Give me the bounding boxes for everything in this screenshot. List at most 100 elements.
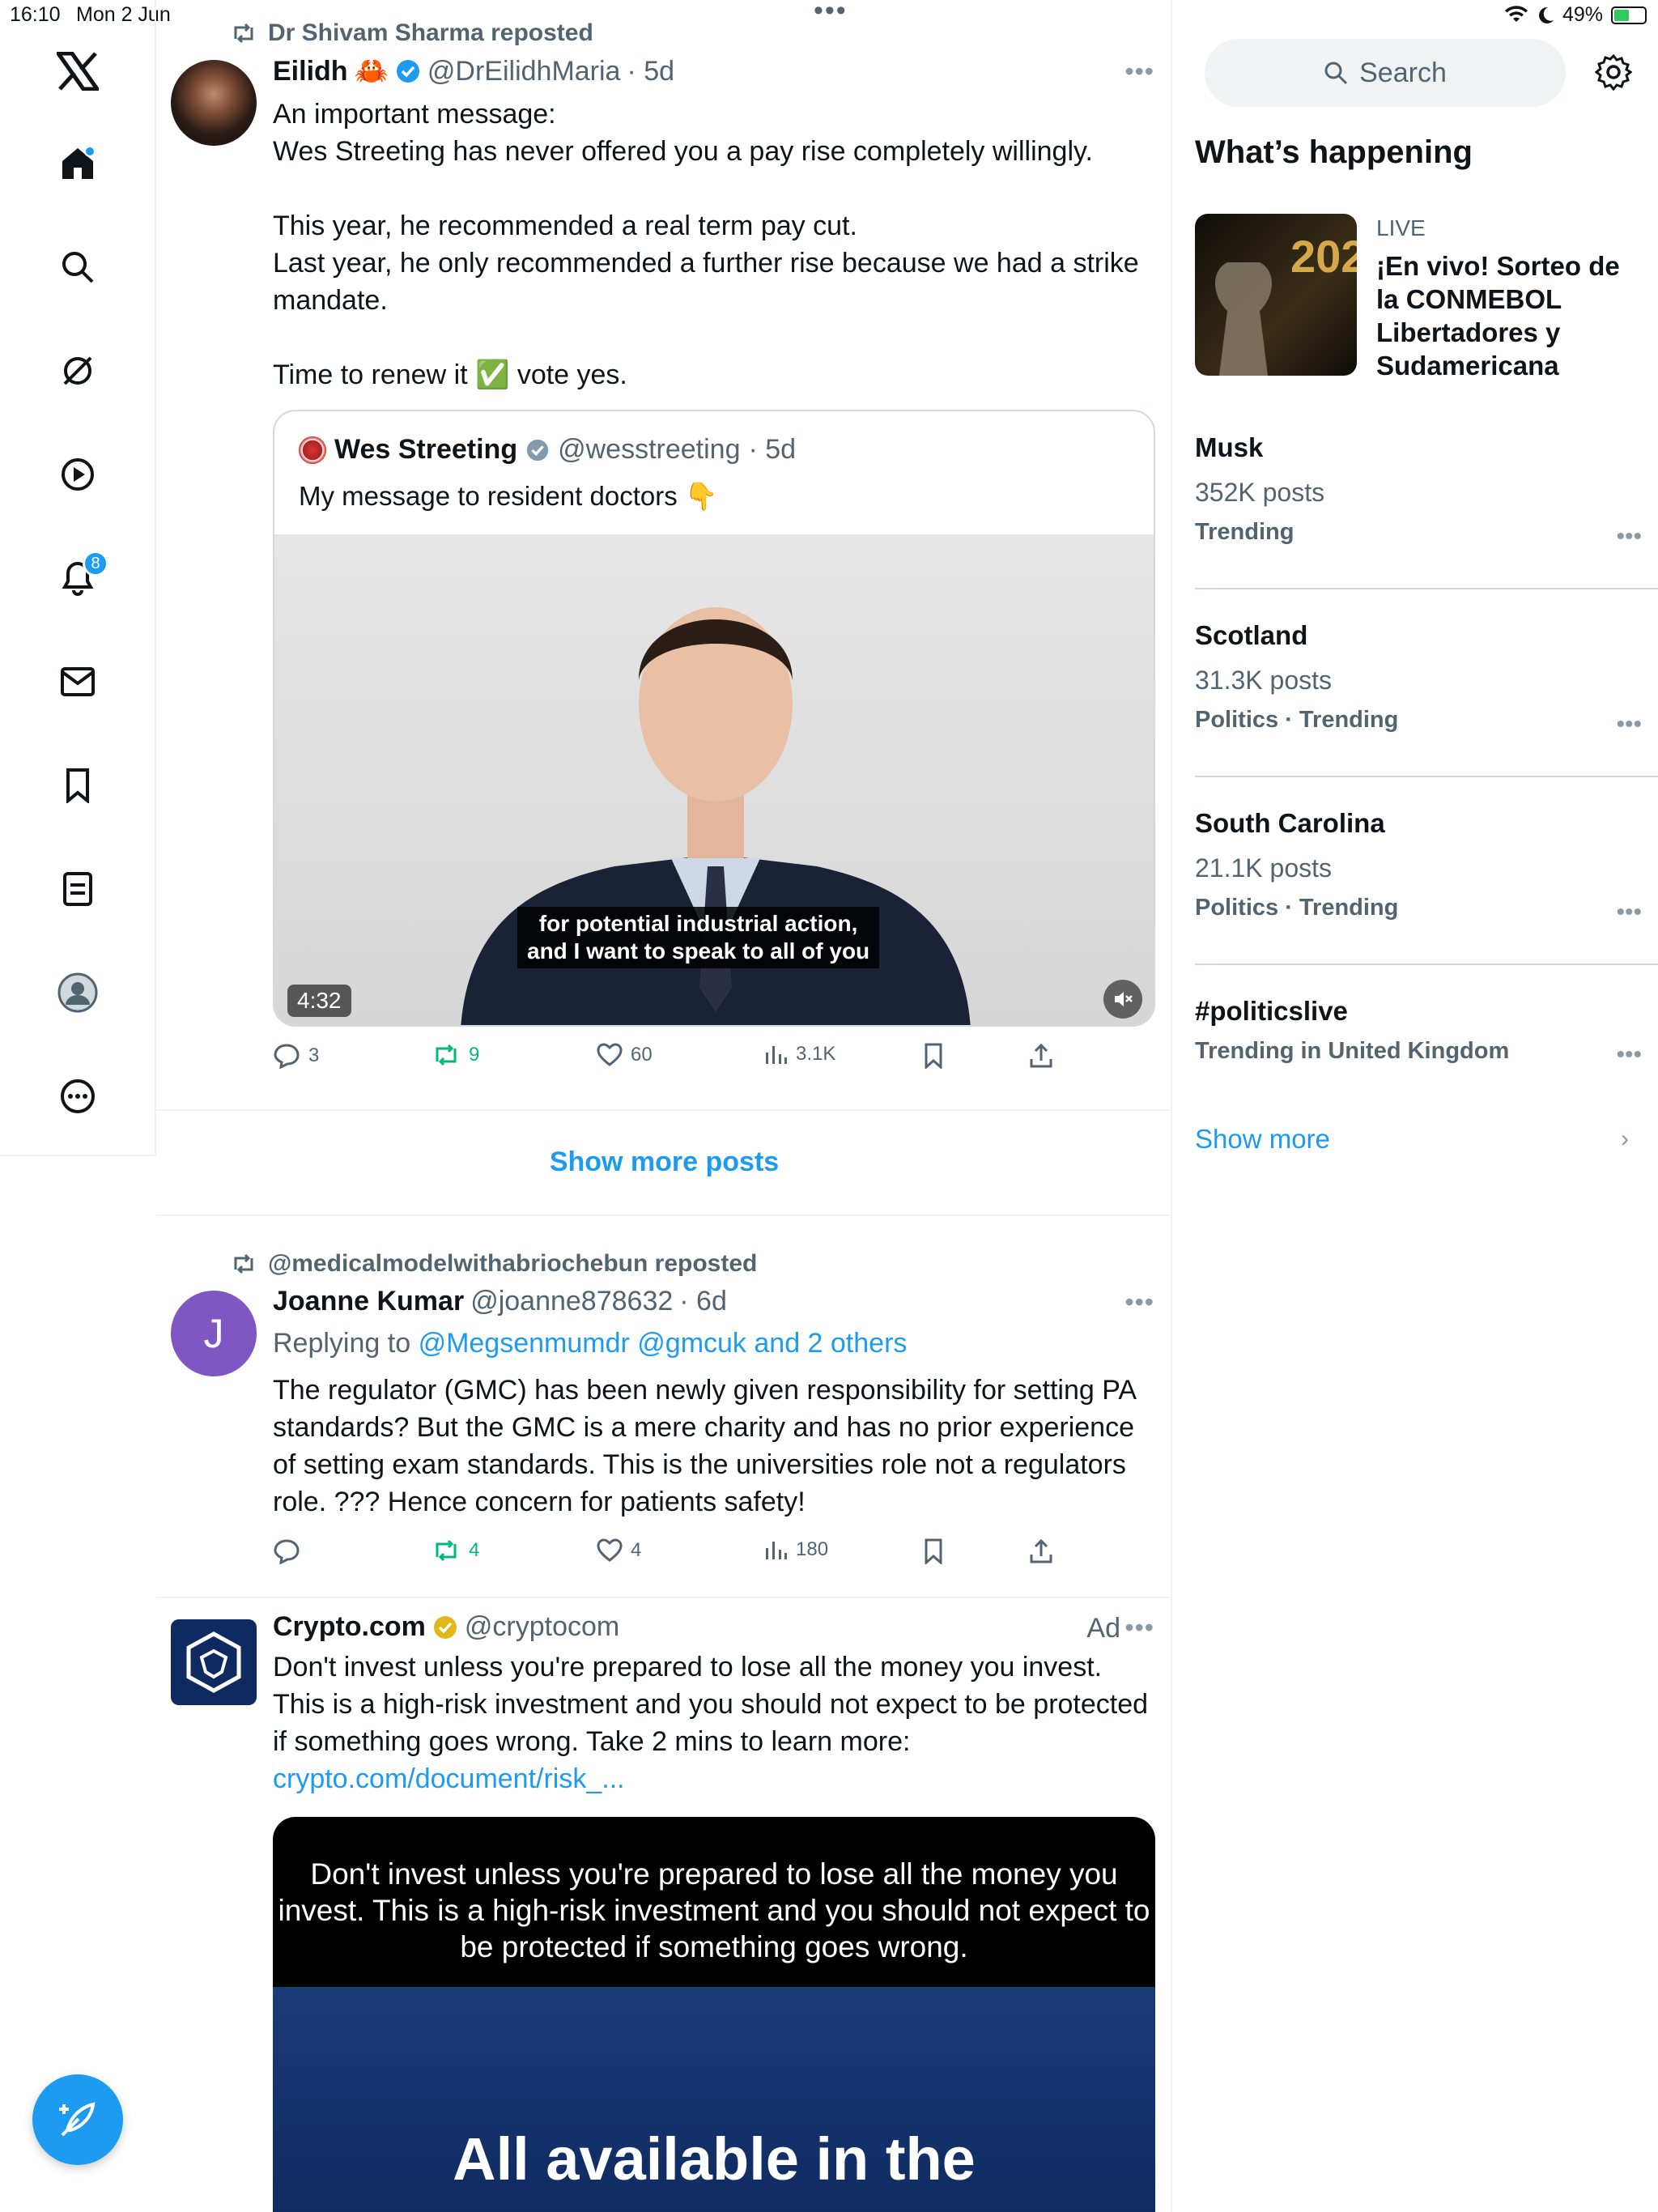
video-play-icon[interactable] xyxy=(53,450,102,499)
bookmark-button[interactable] xyxy=(922,1538,945,1564)
repost-icon xyxy=(234,23,253,44)
post-age: · 6d xyxy=(679,1286,727,1317)
more-options-icon[interactable]: ••• xyxy=(1124,1613,1154,1643)
video-caption: for potential industrial action, and I w… xyxy=(517,907,880,968)
live-event-title[interactable]: ¡En vivo! Sorteo de la CONMEBOL Libertad… xyxy=(1376,249,1643,382)
repost-indicator[interactable]: Dr Shivam Sharma reposted xyxy=(231,19,593,47)
whats-happening-heading: What’s happening xyxy=(1195,134,1473,170)
crab-emoji: 🦀 xyxy=(354,56,389,87)
trend-posts: 352K posts xyxy=(1195,478,1325,507)
grok-icon[interactable] xyxy=(53,347,102,395)
tweet-blank-line xyxy=(273,170,1155,207)
repost-label: Dr Shivam Sharma reposted xyxy=(268,19,593,46)
author-name[interactable]: Eilidh xyxy=(273,56,348,87)
live-event-thumbnail[interactable]: 202 xyxy=(1195,214,1357,376)
author-name[interactable]: Joanne Kumar xyxy=(273,1286,464,1317)
search-placeholder: Search xyxy=(1359,57,1447,88)
show-more-trends-link[interactable]: Show more xyxy=(1195,1124,1330,1155)
trophy-graphic: 202 xyxy=(1215,231,1357,376)
lists-icon[interactable] xyxy=(53,865,102,913)
ad-link[interactable]: crypto.com/document/risk_... xyxy=(273,1763,625,1794)
trend-more-icon[interactable]: ••• xyxy=(1616,899,1642,926)
trend-category: Trending xyxy=(1195,519,1295,545)
more-options-icon[interactable]: ••• xyxy=(1124,57,1154,87)
search-icon xyxy=(1324,62,1348,85)
bookmarks-icon[interactable] xyxy=(53,761,102,810)
verified-grey-badge-icon xyxy=(526,439,549,461)
like-button[interactable]: 4 xyxy=(597,1538,641,1563)
trend-category: Politics · Trending xyxy=(1195,707,1399,733)
post-age: · 5d xyxy=(627,55,675,87)
replying-to-users[interactable]: @Megsenmumdr @gmcuk and 2 others xyxy=(419,1328,908,1359)
trend-more-icon[interactable]: ••• xyxy=(1616,523,1642,551)
speaker-muted-icon xyxy=(1115,992,1133,1006)
right-sidebar: Search What’s happening 202 LIVE ¡En viv… xyxy=(1172,0,1658,2212)
views-button[interactable]: 3.1K xyxy=(763,1043,835,1066)
trend-more-icon[interactable]: ••• xyxy=(1616,1041,1642,1069)
explore-search-icon[interactable] xyxy=(53,243,102,291)
repost-count: 9 xyxy=(469,1044,480,1066)
show-more-posts-button[interactable]: Show more posts xyxy=(156,1111,1172,1213)
author-name[interactable]: Crypto.com xyxy=(273,1611,426,1643)
ad-image[interactable]: Don't invest unless you're prepared to l… xyxy=(273,1817,1155,2212)
mute-button[interactable] xyxy=(1103,980,1142,1019)
timeline: Dr Shivam Sharma reposted Eilidh 🦀 @DrEi… xyxy=(156,0,1172,2212)
trend-category: Trending in United Kingdom xyxy=(1195,1038,1510,1064)
avatar[interactable]: J xyxy=(171,1291,257,1376)
repost-icon xyxy=(436,1044,457,1066)
divider xyxy=(1195,776,1658,777)
quote-header: Wes Streeting @wesstreeting · 5d xyxy=(299,434,796,466)
tweet-blank-line xyxy=(273,319,1155,356)
trend-more-icon[interactable]: ••• xyxy=(1616,711,1642,738)
compose-post-button[interactable] xyxy=(32,2074,123,2165)
reply-icon xyxy=(274,1044,300,1069)
tweet-actions: 3 9 60 3.1K xyxy=(273,1043,1163,1075)
quote-text: My message to resident doctors 👇 xyxy=(299,481,718,511)
like-count: 60 xyxy=(631,1044,653,1066)
repost-button[interactable]: 9 xyxy=(432,1043,479,1067)
caption-line: and I want to speak to all of you xyxy=(527,938,870,963)
reply-count: 3 xyxy=(308,1044,320,1066)
repost-indicator[interactable]: @medicalmodelwithabriochebun reposted xyxy=(231,1250,757,1278)
quote-author-handle[interactable]: @wesstreeting xyxy=(558,434,740,466)
reply-button[interactable] xyxy=(273,1538,300,1564)
trend-item[interactable]: Scotland 31.3K posts Politics · Trending… xyxy=(1195,620,1642,738)
video-duration: 4:32 xyxy=(287,985,351,1017)
repost-button[interactable]: 4 xyxy=(432,1538,479,1563)
author-handle[interactable]: @cryptocom xyxy=(465,1611,619,1643)
x-logo-icon[interactable] xyxy=(53,47,102,96)
divider xyxy=(156,1214,1172,1216)
notifications-bell-icon[interactable]: 8 xyxy=(53,551,108,602)
reply-button[interactable]: 3 xyxy=(273,1043,319,1069)
reply-icon xyxy=(274,1539,300,1564)
author-handle[interactable]: @DrEilidhMaria xyxy=(427,56,621,87)
video-player[interactable]: for potential industrial action, and I w… xyxy=(274,534,1154,1025)
tweet-header: Crypto.com @cryptocom xyxy=(273,1611,619,1643)
quoted-post[interactable]: Wes Streeting @wesstreeting · 5d My mess… xyxy=(273,410,1155,1027)
quote-author-name[interactable]: Wes Streeting xyxy=(334,434,517,466)
profile-avatar-icon[interactable] xyxy=(53,968,102,1017)
home-icon[interactable] xyxy=(53,139,102,188)
trend-item[interactable]: Musk 352K posts Trending ••• xyxy=(1195,432,1642,550)
share-button[interactable] xyxy=(1029,1538,1053,1564)
trend-item[interactable]: #politicslive Trending in United Kingdom… xyxy=(1195,996,1642,1068)
more-options-circle-icon[interactable] xyxy=(53,1072,102,1121)
trend-item[interactable]: South Carolina 21.1K posts Politics · Tr… xyxy=(1195,808,1642,925)
crypto-logo-avatar[interactable] xyxy=(171,1619,257,1705)
more-options-icon[interactable]: ••• xyxy=(1124,1287,1154,1317)
tweet-line: Wes Streeting has never offered you a pa… xyxy=(273,136,1093,167)
search-input[interactable]: Search xyxy=(1205,39,1566,107)
bookmark-button[interactable] xyxy=(922,1043,945,1069)
share-button[interactable] xyxy=(1029,1043,1053,1069)
views-button[interactable]: 180 xyxy=(763,1538,828,1561)
settings-gear-icon[interactable] xyxy=(1595,53,1632,91)
ad-image-disclaimer: Don't invest unless you're prepared to l… xyxy=(273,1817,1155,1987)
like-button[interactable]: 60 xyxy=(597,1043,653,1067)
share-icon xyxy=(1030,1043,1052,1068)
author-handle[interactable]: @joanne878632 xyxy=(470,1286,673,1317)
tweet-actions: 4 4 180 xyxy=(273,1538,1163,1571)
tweet-header: Eilidh 🦀 @DrEilidhMaria · 5d xyxy=(273,55,674,87)
avatar[interactable] xyxy=(171,60,257,146)
quote-age: · 5d xyxy=(748,434,797,465)
messages-envelope-icon[interactable] xyxy=(53,657,102,706)
